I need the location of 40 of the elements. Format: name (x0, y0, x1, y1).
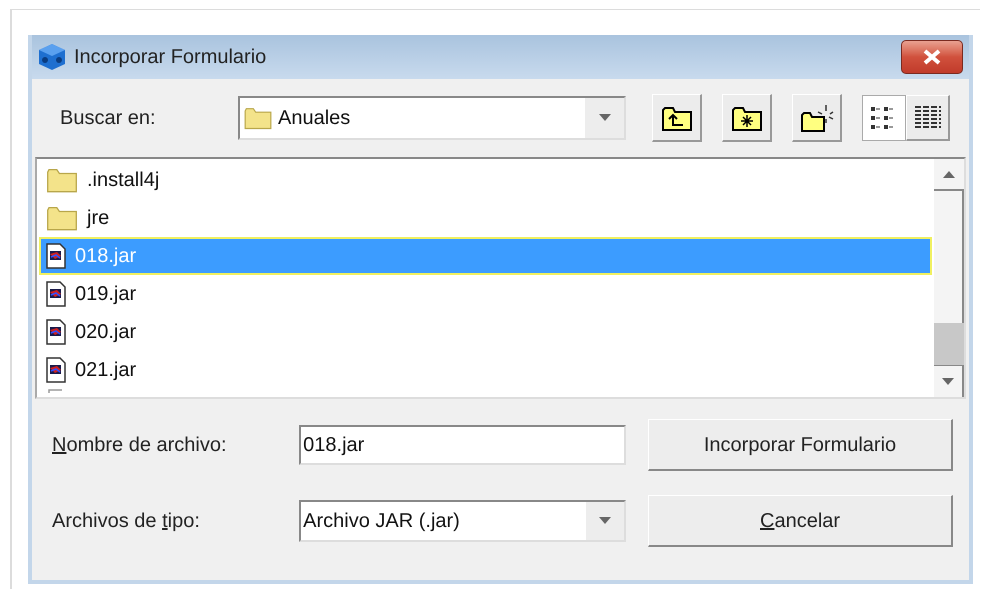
dropdown-button[interactable] (584, 98, 624, 138)
new-folder-icon (800, 102, 834, 132)
details-view-icon (912, 104, 942, 130)
folder-icon (45, 205, 79, 231)
jar-file-icon (45, 243, 67, 269)
details-view-button[interactable] (906, 95, 950, 141)
jar-file-icon (45, 357, 67, 383)
file-item[interactable]: 020.jar (39, 313, 932, 351)
folder-icon (45, 167, 79, 193)
folder-icon (244, 106, 272, 130)
file-name-field[interactable]: 018.jar (299, 425, 626, 465)
look-in-value: Anuales (278, 106, 350, 131)
cube-icon (36, 41, 68, 73)
file-item[interactable]: jre (39, 199, 932, 237)
down-arrow-icon (598, 114, 610, 122)
home-folder-button[interactable] (722, 94, 772, 142)
down-arrow-icon (942, 378, 954, 386)
down-arrow-icon (599, 517, 612, 525)
file-type-label: Archivos de tipo: (52, 509, 201, 534)
incorporate-button[interactable]: Incorporar Formulario (648, 419, 953, 471)
up-folder-button[interactable] (652, 94, 702, 142)
look-in-label: Buscar en: (60, 106, 157, 131)
file-item[interactable]: .install4j (39, 161, 932, 199)
jar-file-icon (45, 281, 67, 307)
file-item[interactable]: 019.jar (39, 275, 932, 313)
look-in-dropdown[interactable]: Anuales (238, 96, 626, 140)
file-name-label: Nombre de archivo: (52, 433, 228, 458)
dropdown-button[interactable] (586, 502, 624, 540)
close-icon (922, 49, 942, 65)
file-item[interactable]: 021.jar (39, 351, 932, 389)
window-title: Incorporar Formulario (74, 45, 266, 70)
list-view-button[interactable] (862, 95, 906, 141)
file-type-dropdown[interactable]: Archivo JAR (.jar) (299, 500, 626, 542)
jar-file-icon (45, 319, 67, 345)
scrollbar[interactable] (934, 159, 964, 397)
scrollbar-thumb[interactable] (934, 323, 964, 365)
new-folder-button[interactable] (792, 94, 842, 142)
cancel-button[interactable]: Cancelar (648, 495, 954, 547)
close-button[interactable] (901, 40, 963, 74)
up-arrow-icon (943, 170, 955, 178)
